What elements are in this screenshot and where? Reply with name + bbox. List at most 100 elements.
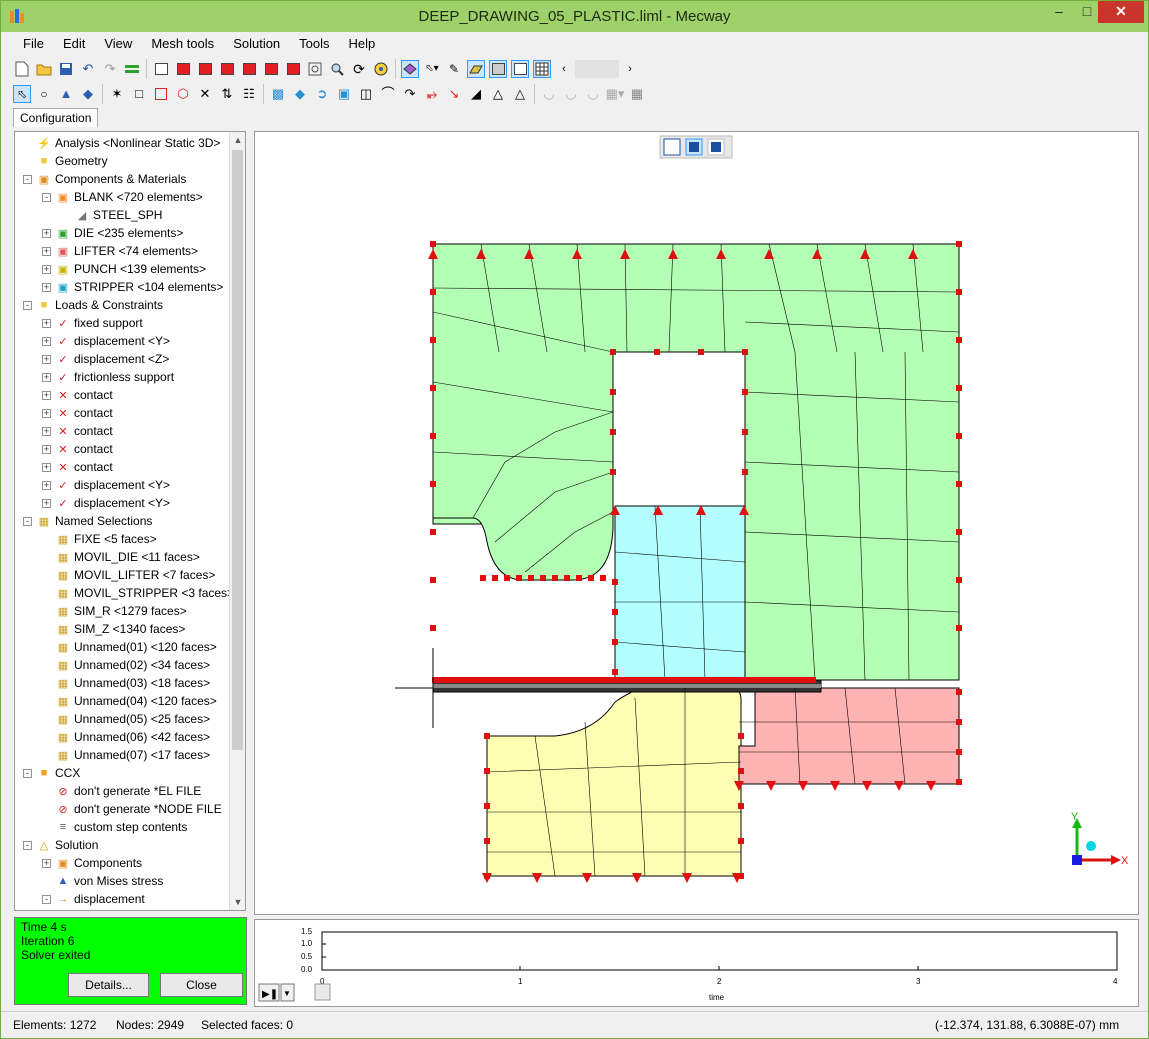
new-file-icon[interactable]	[13, 60, 31, 78]
select-faces-icon[interactable]: ▲	[57, 85, 75, 103]
details-button[interactable]: Details...	[68, 973, 149, 997]
shell-icon[interactable]: ◡	[540, 85, 558, 103]
menu-solution[interactable]: Solution	[223, 34, 289, 53]
tree-item[interactable]: ⊘ don't generate *EL FILE	[42, 782, 201, 800]
tree-item[interactable]: + ✓ displacement <Z>	[42, 350, 169, 368]
scrollbar-thumb[interactable]	[232, 150, 243, 750]
tree-item[interactable]: + ✕ contact	[42, 422, 113, 440]
tree-item[interactable]: ▦ Unnamed(07) <17 faces>	[42, 746, 210, 764]
tree-item[interactable]: - ■ CCX	[23, 764, 80, 782]
expander-icon[interactable]: -	[23, 840, 32, 850]
tree-item[interactable]: - → displacement	[42, 890, 145, 908]
tree-item[interactable]: ▲ von Mises stress	[42, 872, 164, 890]
cylinder-icon[interactable]: ◫	[357, 85, 375, 103]
solid-view-icon[interactable]	[489, 60, 507, 78]
tree-item[interactable]: + ▣ LIFTER <74 elements>	[42, 242, 198, 260]
scroll-right-icon[interactable]: ›	[621, 60, 639, 78]
tree-item[interactable]: ▦ Unnamed(03) <18 faces>	[42, 674, 210, 692]
tree-item[interactable]: ▦ Unnamed(04) <120 faces>	[42, 692, 217, 710]
tree-item[interactable]: + ✓ fixed support	[42, 314, 143, 332]
move-icon[interactable]: ▩	[269, 85, 287, 103]
expander-icon[interactable]: -	[23, 768, 32, 778]
view-bottom-icon[interactable]	[284, 60, 302, 78]
view-iso-icon[interactable]	[152, 60, 170, 78]
select-elements-icon[interactable]: ◆	[79, 85, 97, 103]
maximize-button[interactable]: □	[1073, 1, 1101, 23]
tree-scrollbar[interactable]: ▲ ▼	[229, 132, 245, 910]
expander-icon[interactable]: +	[42, 246, 51, 256]
tree-item[interactable]: + ✕ contact	[42, 440, 113, 458]
table-icon[interactable]: ▦	[628, 85, 646, 103]
triangle-outline-icon[interactable]: △	[511, 85, 529, 103]
tree-item[interactable]: ▦ Unnamed(06) <42 faces>	[42, 728, 210, 746]
tree-item[interactable]: + ✓ displacement <Y>	[42, 494, 170, 512]
tree-item[interactable]: - ▦ Named Selections	[23, 512, 152, 530]
tree-item[interactable]: + ✓ displacement <Y>	[42, 332, 170, 350]
toolbar-scroll-track[interactable]	[575, 60, 619, 78]
expander-icon[interactable]: +	[42, 354, 51, 364]
tree-item[interactable]: ▦ Unnamed(02) <34 faces>	[42, 656, 210, 674]
expander-icon[interactable]: +	[42, 390, 51, 400]
tree-item[interactable]: - ▣ Components & Materials	[23, 170, 186, 188]
undo-icon[interactable]: ↶	[79, 60, 97, 78]
scroll-down-icon[interactable]: ▼	[230, 894, 245, 910]
expander-icon[interactable]: -	[23, 516, 32, 526]
extrude-icon[interactable]: ◆	[291, 85, 309, 103]
tree-item[interactable]: ▦ Unnamed(01) <120 faces>	[42, 638, 217, 656]
explode-icon[interactable]: ✶	[108, 85, 126, 103]
select-nodes-icon[interactable]: ○	[35, 85, 53, 103]
menu-edit[interactable]: Edit	[53, 34, 94, 53]
expander-icon[interactable]: +	[42, 426, 51, 436]
expander-icon[interactable]: +	[42, 372, 51, 382]
tree-item[interactable]: ▦ FIXE <5 faces>	[42, 530, 157, 548]
shaded-view-icon[interactable]	[467, 60, 485, 78]
tree-item[interactable]: + ✓ frictionless support	[42, 368, 174, 386]
expander-icon[interactable]: +	[42, 462, 51, 472]
tree-item[interactable]: - ▣ BLANK <720 elements>	[42, 188, 203, 206]
tree-item[interactable]: ▦ MOVIL_LIFTER <7 faces>	[42, 566, 216, 584]
tree-item[interactable]: ▦ SIM_Z <1340 faces>	[42, 620, 186, 638]
shell2-icon[interactable]: ◡	[562, 85, 580, 103]
expander-icon[interactable]: +	[42, 318, 51, 328]
mesh-drawing[interactable]: Y X	[255, 132, 1138, 914]
edit-icon[interactable]: ✎	[445, 60, 463, 78]
arc-icon[interactable]: ⌒	[379, 85, 397, 103]
expander-icon[interactable]: -	[23, 174, 32, 184]
element-3d-icon[interactable]: ⬡	[174, 85, 192, 103]
tree-item[interactable]: ≡ custom step contents	[42, 818, 188, 836]
display-options-icon[interactable]	[401, 60, 419, 78]
close-window-button[interactable]: ✕	[1098, 1, 1144, 23]
tree-item[interactable]: ▦ MOVIL_DIE <11 faces>	[42, 548, 200, 566]
tree-item[interactable]: + ▣ PUNCH <139 elements>	[42, 260, 206, 278]
tree-item[interactable]: + ✓ displacement <Y>	[42, 476, 170, 494]
refine-icon[interactable]: ◢	[467, 85, 485, 103]
split-icon[interactable]: ⥵	[423, 85, 441, 103]
triangle-icon[interactable]: △	[489, 85, 507, 103]
mirror-icon[interactable]: ⇅	[218, 85, 236, 103]
tree-item[interactable]: - ■ Loads & Constraints	[23, 296, 163, 314]
view-front-icon[interactable]	[174, 60, 192, 78]
tree-item[interactable]: ▦ MOVIL_STRIPPER <3 faces>	[42, 584, 234, 602]
menu-help[interactable]: Help	[339, 34, 385, 53]
expander-icon[interactable]: +	[42, 336, 51, 346]
select-icon[interactable]: ⬁	[13, 85, 31, 103]
merge-icon[interactable]: ↘	[445, 85, 463, 103]
view-left-icon[interactable]	[218, 60, 236, 78]
tree-item[interactable]: + ✕ contact	[42, 404, 113, 422]
tree-item[interactable]: + ✕ contact	[42, 386, 113, 404]
scale-icon[interactable]: ▣	[335, 85, 353, 103]
tree-item[interactable]: + ▣ DIE <235 elements>	[42, 224, 183, 242]
redo-icon[interactable]: ↷	[101, 60, 119, 78]
save-icon[interactable]	[57, 60, 75, 78]
close-button[interactable]: Close	[160, 973, 243, 997]
expander-icon[interactable]: +	[42, 282, 51, 292]
sweep-icon[interactable]: ↷	[401, 85, 419, 103]
tree-item[interactable]: ◢ STEEL_SPH	[61, 206, 163, 224]
tree-item[interactable]: + ▣ Components	[42, 854, 142, 872]
model-viewport[interactable]: Y X	[254, 131, 1139, 915]
solve-icon[interactable]	[123, 60, 141, 78]
select-mode-dropdown-icon[interactable]: ⬁▾	[423, 60, 441, 78]
menu-file[interactable]: File	[13, 34, 53, 53]
node-icon[interactable]: □	[130, 85, 148, 103]
menu-view[interactable]: View	[94, 34, 141, 53]
